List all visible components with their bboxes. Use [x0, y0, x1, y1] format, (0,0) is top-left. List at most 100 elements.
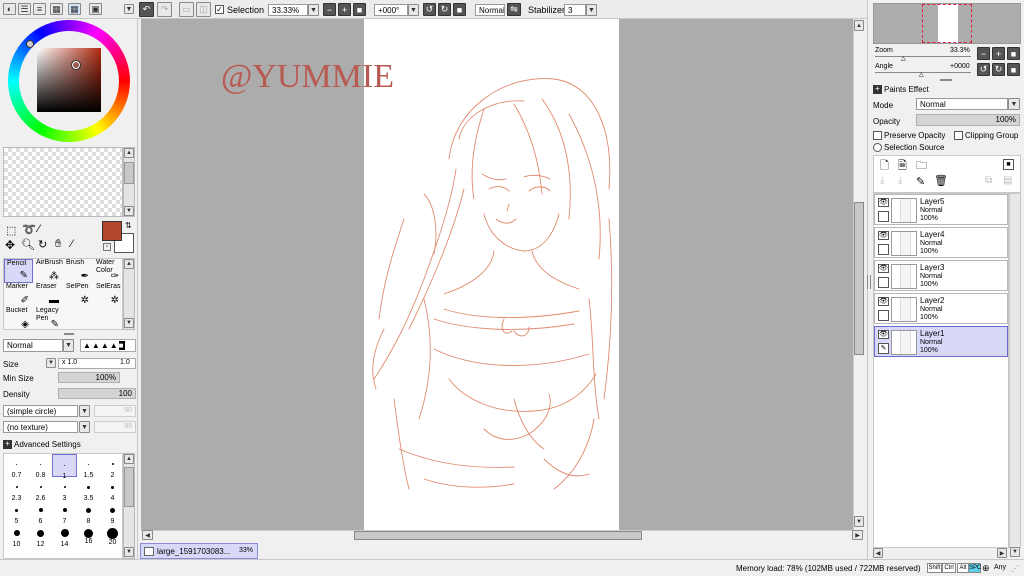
transfer-down-icon[interactable]: ⤓ [880, 175, 884, 186]
brush-size-preset[interactable]: 9 [100, 500, 122, 525]
angle-dropdown-icon[interactable]: ▼ [408, 4, 419, 16]
transparent-color-icon[interactable]: ▫ [103, 243, 111, 251]
panel-menu-down-icon[interactable]: ▼ [124, 4, 134, 14]
visibility-eye-icon[interactable]: 👁 [878, 330, 889, 339]
layer-row[interactable]: 👁 Layer3 Normal 100% [874, 260, 1008, 291]
layer-row[interactable]: 👁 Layer5 Normal 100% [874, 194, 1008, 225]
layer-properties-icon[interactable]: ⧉ [985, 175, 992, 186]
nav-zoom-reset-button[interactable]: ■ [1007, 47, 1020, 60]
saturation-value-square[interactable] [37, 48, 101, 112]
move-icon[interactable]: ✥ [5, 238, 15, 252]
nav-rotate-cw-icon[interactable]: ↻ [992, 63, 1005, 76]
right-panel-side-handle[interactable] [867, 275, 871, 289]
paints-effect-label[interactable]: Paints Effect [884, 85, 929, 94]
nav-divider-handle[interactable] [940, 79, 952, 81]
layer-mode-select[interactable]: Normal [916, 98, 1008, 110]
tool-water-color[interactable]: Water Color ✑ [94, 259, 123, 283]
brush-size-preset[interactable]: 5 [4, 500, 29, 525]
undo-icon[interactable]: ↶ [139, 2, 154, 17]
redo-icon[interactable]: ↷ [157, 2, 172, 17]
view-rgb-slider-icon[interactable]: ≡ [33, 3, 46, 15]
brush-size-preset[interactable]: 7 [52, 500, 77, 525]
zoom-field[interactable]: 33.33% [268, 4, 308, 16]
stabilizer-dropdown-icon[interactable]: ▼ [586, 4, 597, 16]
stabilizer-field[interactable]: 3 [564, 4, 586, 16]
brush-size-preset[interactable]: 20 [100, 523, 122, 546]
visibility-eye-icon[interactable]: 👁 [878, 297, 889, 306]
advanced-settings-expand-icon[interactable]: + [3, 440, 12, 449]
brush-size-preset[interactable]: 2.6 [28, 477, 53, 502]
rotate-cw-icon[interactable]: ↻ [438, 3, 451, 16]
canvas-scroll-up-icon[interactable]: ▲ [854, 20, 864, 31]
canvas-scroll-right-icon[interactable]: ▶ [852, 530, 863, 540]
layers-scroll-down-icon[interactable]: ▼ [1010, 547, 1020, 557]
min-size-bar[interactable]: 100% [58, 372, 120, 383]
brush-shape-strength[interactable]: 50 [94, 405, 136, 417]
view-scratchpad-icon[interactable]: ▣ [89, 3, 102, 15]
layer-lock-icon[interactable] [878, 244, 889, 255]
size-dropdown-icon[interactable]: ▼ [46, 358, 56, 368]
tool-marker[interactable]: Marker ✐ [4, 283, 33, 307]
rotate-tool-icon[interactable]: ↻ [38, 238, 47, 251]
layer-row[interactable]: 👁 ✎ Layer1 Normal 100% [874, 326, 1008, 357]
zoom-out-button[interactable]: − [323, 3, 336, 16]
layer-lock-icon[interactable] [878, 211, 889, 222]
size-grid-scroll-up-icon[interactable]: ▲ [124, 454, 134, 464]
brush-size-preset[interactable]: 2.3 [4, 477, 29, 502]
palette-scroll-thumb[interactable] [124, 162, 134, 184]
active-brush-icon[interactable]: ✎ [878, 343, 889, 354]
layer-row[interactable]: 👁 Layer4 Normal 100% [874, 227, 1008, 258]
paints-effect-expand-icon[interactable]: + [873, 85, 882, 94]
rotate-reset-icon[interactable]: ■ [453, 3, 466, 16]
size-grid-scroll-thumb[interactable] [124, 467, 134, 507]
new-layer-icon[interactable]: 🗋 [880, 157, 889, 176]
view-hsv-slider-icon[interactable]: ☰ [18, 3, 31, 15]
brush-size-preset[interactable]: 14 [52, 523, 77, 548]
brush-shape-presets[interactable]: ▲▲▲▲■ [80, 339, 136, 352]
visibility-eye-icon[interactable]: 👁 [878, 264, 889, 273]
eyedropper-icon[interactable]: ⁄ [71, 238, 73, 250]
brush-size-preset[interactable]: 0.8 [28, 454, 53, 479]
zoom-tool-icon[interactable]: 🔍︎ [21, 238, 35, 251]
file-tab[interactable]: large_1591703083... 33% [140, 543, 258, 559]
brush-size-preset[interactable]: 12 [28, 523, 53, 548]
visibility-eye-icon[interactable]: 👁 [878, 198, 889, 207]
nav-zoom-in-button[interactable]: + [992, 47, 1005, 60]
tool-brush[interactable]: Brush ✒ [64, 259, 93, 283]
nav-angle-slider-thumb[interactable]: △ [919, 71, 924, 78]
flip-horizontal-icon[interactable]: ⇋ [507, 3, 521, 16]
hue-marker[interactable] [26, 40, 34, 48]
palette-scroll-down-icon[interactable]: ▼ [124, 206, 134, 216]
tool-eraser[interactable]: Eraser ▬ [34, 283, 63, 307]
brush-size-preset[interactable]: 10 [4, 523, 29, 548]
nav-rotate-ccw-icon[interactable]: ↺ [977, 63, 990, 76]
zoom-reset-button[interactable]: ■ [353, 3, 366, 16]
swap-colors-icon[interactable]: ⇅ [125, 221, 132, 230]
panel-divider-handle[interactable] [64, 333, 74, 335]
sv-marker[interactable] [71, 60, 81, 70]
lasso-select-icon[interactable]: ➰ [22, 223, 36, 236]
view-swatches-icon[interactable]: ▦ [50, 3, 63, 15]
blend-mode-field[interactable]: Normal [475, 4, 505, 16]
texture-select[interactable]: (no texture) [3, 421, 78, 433]
brush-size-preset[interactable]: 1.5 [76, 454, 101, 479]
canvas-vertical-thumb[interactable] [854, 202, 864, 355]
deselect-icon[interactable]: ▭ [179, 2, 194, 17]
layer-row[interactable]: 👁 Layer2 Normal 100% [874, 293, 1008, 324]
canvas-scroll-left-icon[interactable]: ◀ [142, 530, 153, 540]
size-grid-scroll-down-icon[interactable]: ▼ [124, 547, 134, 557]
texture-dropdown-icon[interactable]: ▼ [79, 421, 90, 433]
layer-lock-icon[interactable] [878, 310, 889, 321]
clipping-group-checkbox[interactable] [954, 131, 963, 140]
brush-mode-select[interactable]: Normal [3, 339, 63, 352]
preserve-opacity-checkbox[interactable] [873, 131, 882, 140]
tool-airbrush[interactable]: AirBrush ⁂ [34, 259, 63, 283]
layers-scroll-left-icon[interactable]: ◀ [873, 548, 883, 558]
layers-scrollbar[interactable] [1009, 193, 1021, 548]
brush-shape-dropdown-icon[interactable]: ▼ [79, 405, 90, 417]
palette-scroll-up-icon[interactable]: ▲ [124, 148, 134, 158]
selection-checkbox[interactable]: ✓ [215, 5, 224, 14]
layer-lock-icon[interactable] [878, 277, 889, 288]
merge-down-icon[interactable]: ⤓ [898, 175, 902, 186]
navigator-viewport-rect[interactable] [922, 4, 972, 43]
